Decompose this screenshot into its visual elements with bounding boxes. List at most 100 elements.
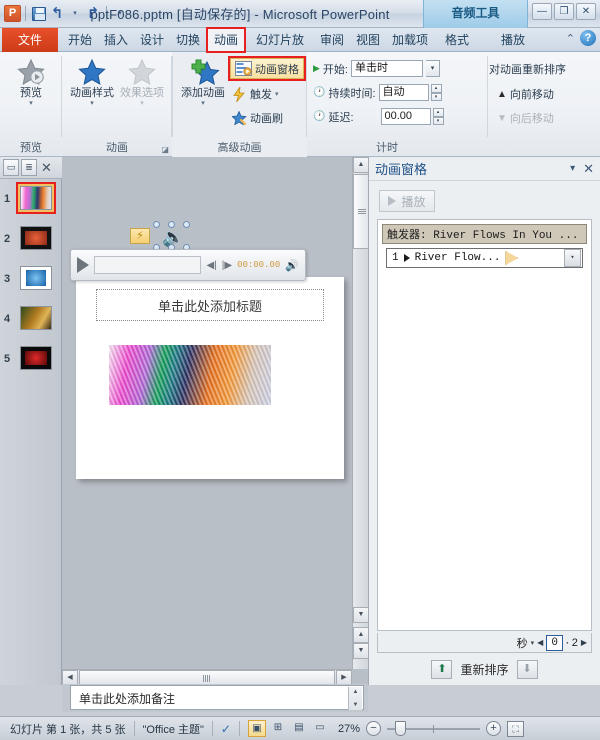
- tab-slideshow[interactable]: 幻灯片放映: [247, 28, 313, 52]
- tab-playback[interactable]: 播放: [496, 28, 530, 52]
- slideshow-view-button[interactable]: ▭: [311, 720, 329, 737]
- duration-stepper[interactable]: ▴▾: [431, 84, 442, 101]
- resize-handle[interactable]: [153, 221, 160, 228]
- slide-thumbnail-2[interactable]: 2: [0, 223, 61, 259]
- slide-canvas[interactable]: 单击此处添加标题: [76, 277, 344, 479]
- tab-view[interactable]: 视图: [351, 28, 385, 52]
- reorder-down-button[interactable]: ⬇: [517, 660, 538, 679]
- next-frame-icon[interactable]: |▶: [222, 260, 232, 271]
- trigger-button[interactable]: 触发 ▾: [230, 84, 281, 104]
- animation-pane-button[interactable]: 动画窗格: [230, 58, 304, 79]
- slide-thumbnail-5[interactable]: 5: [0, 343, 61, 379]
- move-earlier-button[interactable]: ▲ 向前移动: [495, 84, 556, 104]
- scroll-down-button[interactable]: ▼: [353, 607, 369, 623]
- slide-sorter-view-button[interactable]: ⊞: [269, 720, 287, 737]
- add-animation-dropdown-icon[interactable]: ▾: [175, 100, 231, 108]
- tab-insert[interactable]: 插入: [99, 28, 133, 52]
- normal-view-button[interactable]: ▣: [248, 720, 266, 737]
- notes-scroll-down-icon[interactable]: ▼: [349, 700, 362, 710]
- animation-styles-dropdown-icon[interactable]: ▾: [64, 100, 120, 108]
- help-icon[interactable]: ?: [580, 30, 596, 46]
- tab-file[interactable]: 文件: [2, 28, 58, 52]
- tab-animations[interactable]: 动画: [207, 28, 245, 52]
- zoom-out-button[interactable]: −: [366, 721, 381, 736]
- move-later-button[interactable]: ▼ 向后移动: [495, 108, 556, 128]
- animation-dialog-launcher-icon[interactable]: ◪: [161, 145, 169, 154]
- tab-transitions[interactable]: 切换: [171, 28, 205, 52]
- reorder-up-button[interactable]: ⬆: [431, 660, 452, 679]
- preview-dropdown-icon[interactable]: ▾: [3, 100, 59, 108]
- notes-scrollbar[interactable]: ▲ ▼: [348, 687, 362, 710]
- animation-styles-button[interactable]: 动画样式 ▾: [64, 58, 120, 108]
- timeline-scroll-left-icon[interactable]: ◀: [537, 638, 543, 647]
- audio-object[interactable]: ⚡ 🔊: [156, 224, 186, 250]
- title-placeholder[interactable]: 单击此处添加标题: [96, 289, 324, 321]
- audio-progress-track[interactable]: [94, 256, 201, 274]
- outline-tab[interactable]: ≣: [21, 159, 37, 176]
- collapse-ribbon-icon[interactable]: ⌃: [566, 32, 575, 45]
- vertical-scrollbar[interactable]: ▲ ▼ ▲ ▼: [352, 157, 368, 669]
- zoom-track[interactable]: [387, 721, 480, 736]
- next-slide-button[interactable]: ▼: [353, 643, 369, 659]
- slides-tab[interactable]: ▭: [3, 159, 19, 176]
- play-icon[interactable]: [77, 257, 89, 273]
- slide-thumbnail-1[interactable]: 1: [0, 183, 61, 219]
- animation-list-item[interactable]: 1 River Flow... ▾: [386, 248, 583, 268]
- slide-picture[interactable]: [109, 345, 271, 405]
- add-animation-button[interactable]: 添加动画 ▾: [175, 58, 231, 108]
- trigger-group-row[interactable]: 触发器: River Flows In You ...: [382, 224, 587, 244]
- resize-handle[interactable]: [168, 221, 175, 228]
- start-dropdown-icon[interactable]: ▾: [426, 60, 440, 77]
- prev-frame-icon[interactable]: ◀|: [206, 260, 216, 271]
- tab-addins[interactable]: 加载项: [387, 28, 433, 52]
- tab-design[interactable]: 设计: [135, 28, 169, 52]
- scroll-up-button[interactable]: ▲: [353, 157, 369, 173]
- item-dropdown-icon[interactable]: ▾: [564, 249, 581, 267]
- fit-slide-to-window-button[interactable]: ⛶: [507, 721, 524, 737]
- slide-thumbnail-4[interactable]: 4: [0, 303, 61, 339]
- delay-value[interactable]: 00.00: [381, 108, 431, 125]
- reading-view-button[interactable]: ▤: [290, 720, 308, 737]
- close-icon[interactable]: ✕: [583, 161, 594, 177]
- spellcheck-icon[interactable]: ✓: [221, 722, 231, 736]
- notes-placeholder[interactable]: 单击此处添加备注 ▲ ▼: [70, 685, 364, 710]
- horizontal-scrollbar[interactable]: ◀ ▶: [62, 669, 352, 685]
- close-button[interactable]: ✕: [576, 3, 596, 20]
- close-panel-icon[interactable]: ✕: [41, 159, 52, 176]
- resize-handle[interactable]: [183, 221, 190, 228]
- play-animation-button[interactable]: 播放: [379, 190, 435, 212]
- scroll-left-button[interactable]: ◀: [62, 670, 78, 685]
- timeline-unit-dropdown-icon[interactable]: ▾: [531, 639, 535, 647]
- start-value[interactable]: 单击时: [351, 60, 423, 77]
- horizontal-scroll-thumb[interactable]: [79, 670, 335, 685]
- pane-options-icon[interactable]: ▾: [570, 163, 575, 174]
- volume-icon[interactable]: 🔊: [285, 259, 299, 272]
- tab-home[interactable]: 开始: [63, 28, 97, 52]
- tab-format[interactable]: 格式: [440, 28, 474, 52]
- preview-icon: [16, 58, 46, 87]
- slide-thumbnail-3[interactable]: 3: [0, 263, 61, 299]
- notes-scroll-up-icon[interactable]: ▲: [349, 687, 362, 697]
- animation-painter-button[interactable]: 动画刷: [230, 108, 285, 128]
- delay-stepper[interactable]: ▴▾: [433, 108, 444, 125]
- preview-button[interactable]: 预览 ▾: [3, 58, 59, 108]
- trigger-dropdown-icon[interactable]: ▾: [275, 90, 279, 98]
- animation-list[interactable]: 触发器: River Flows In You ... 1 River Flow…: [377, 219, 592, 631]
- zoom-in-button[interactable]: +: [486, 721, 501, 736]
- duration-value[interactable]: 自动: [379, 84, 429, 101]
- timeline-scroll-right-icon[interactable]: ▶: [581, 638, 587, 647]
- audio-playback-bar[interactable]: ◀| |▶ 00:00.00 🔊: [70, 249, 306, 281]
- scroll-right-button[interactable]: ▶: [336, 670, 352, 685]
- animation-timeline[interactable]: 秒 ▾ ◀ 0 ꞏ 2 ▶: [377, 633, 592, 653]
- zoom-slider[interactable]: − +: [366, 721, 501, 736]
- effect-options-dropdown-icon[interactable]: ▾: [114, 100, 170, 108]
- previous-slide-button[interactable]: ▲: [353, 627, 369, 643]
- move-earlier-label: 向前移动: [510, 86, 554, 102]
- ribbon-group-timing: ▶ 开始: 单击时 ▾ 🕐 持续时间: 自动 ▴▾ 🕐 延迟: 00.00 ▴▾…: [307, 52, 487, 157]
- tab-review[interactable]: 审阅: [315, 28, 349, 52]
- zoom-slider-handle[interactable]: [395, 721, 406, 736]
- effect-options-button[interactable]: 效果选项 ▾: [114, 58, 170, 108]
- minimize-button[interactable]: —: [532, 3, 552, 20]
- restore-button[interactable]: ❐: [554, 3, 574, 20]
- vertical-scroll-thumb[interactable]: [353, 174, 369, 249]
